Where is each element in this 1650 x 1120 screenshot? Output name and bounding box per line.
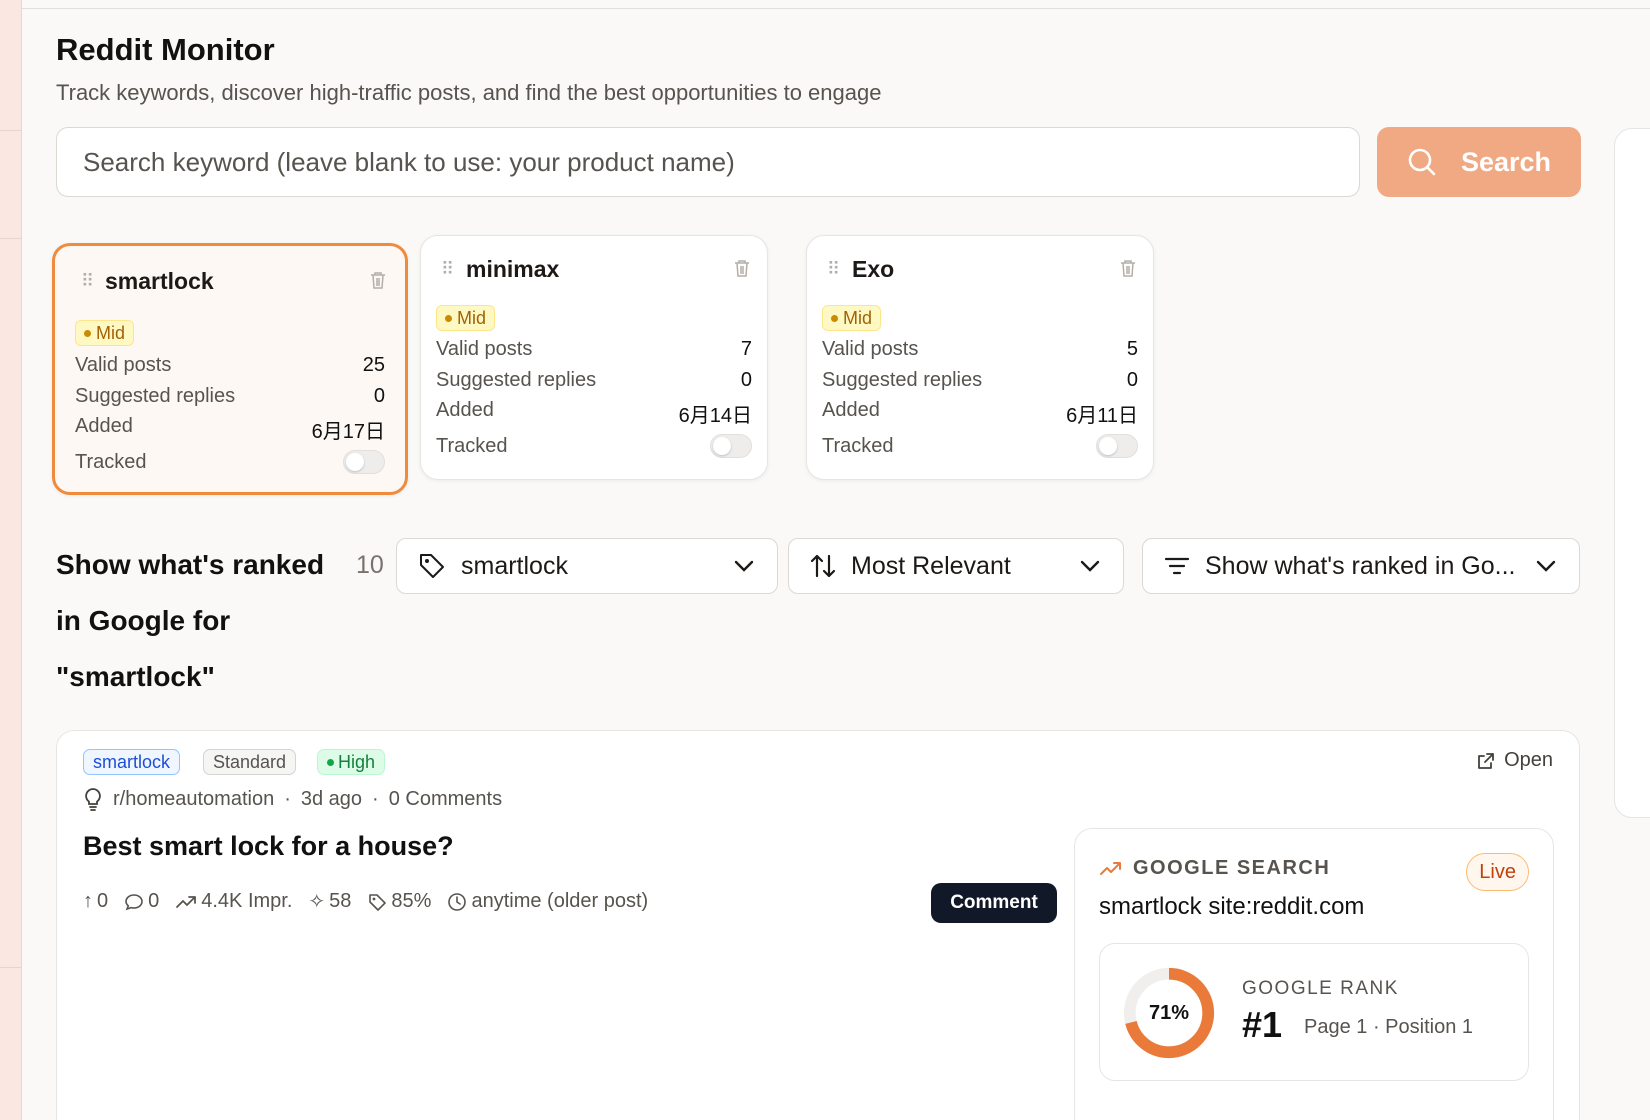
added-date-value: 6月11日 [1066,405,1138,427]
search-field [56,127,1360,197]
valid-posts-row: Valid posts 7 [436,338,752,360]
search-button[interactable]: Search [1377,127,1581,197]
tag-icon [417,551,447,581]
chevron-down-icon [1535,559,1557,573]
drag-handle-icon[interactable]: ⠿ [441,260,454,278]
valid-posts-value: 7 [740,338,752,360]
view-filter-value: Show what's ranked in Go... [1205,551,1516,580]
filter-icon [1163,554,1191,578]
left-sidebar-edge [0,0,22,1120]
search-input[interactable] [57,128,1359,196]
google-rank-label: GOOGLE RANK [1242,978,1399,999]
traffic-level-badge: Mid [75,320,135,346]
subreddit[interactable]: r/homeautomation [113,788,274,811]
keyword-card-exo[interactable]: ⠿ Exo Mid Valid posts 5 Suggested replies… [806,235,1154,480]
tracked-row: Tracked [75,450,385,474]
search-icon [1408,148,1436,176]
view-filter-dropdown[interactable]: Show what's ranked in Go... [1142,538,1580,594]
external-link-icon [1478,752,1494,769]
trending-up-icon [1100,861,1121,875]
clock-icon [448,892,467,911]
post-age: 3d ago [300,787,363,810]
suggested-replies-value: 0 [740,369,752,391]
comment-button[interactable]: Comment [931,883,1057,923]
tracked-toggle[interactable] [343,450,385,474]
suggested-replies-row: Suggested replies 0 [436,369,752,391]
post-stats: ↑ 0 0 4.4K Impr. ✧ 58 85% anytime (older p… [83,890,649,913]
trending-icon [176,895,197,908]
traffic-level-badge: Mid [822,305,882,331]
tracked-row: Tracked [436,434,752,458]
chevron-down-icon [1079,559,1101,573]
valid-posts-row: Valid posts 25 [75,354,385,376]
page-subtitle: Track keywords, discover high-traffic po… [56,80,882,105]
sort-arrows-icon [809,552,837,580]
keyword-tag: smartlock [83,749,181,775]
drag-handle-icon[interactable]: ⠿ [81,272,94,290]
suggested-replies-value: 0 [373,385,385,407]
google-rank-position: Page 1 · Position 1 [1304,1016,1473,1038]
google-search-panel: GOOGLE SEARCH Live smartlock site:reddit… [1074,828,1554,1120]
google-rank-number: #1 [1242,1004,1283,1045]
keyword-name: Exo [852,256,895,282]
trash-icon[interactable] [1119,258,1137,283]
priority-tag: High [317,749,386,775]
results-title: Show what's ranked in Google for "smartl… [56,549,325,692]
sort-value: Most Relevant [851,551,1011,580]
main-content: Reddit Monitor Track keywords, discover … [52,0,1581,1120]
trash-icon[interactable] [369,270,387,295]
post-title[interactable]: Best smart lock for a house? [83,831,454,862]
keyword-filter-value: smartlock [461,551,568,580]
lightbulb-icon [85,788,101,811]
suggested-replies-row: Suggested replies 0 [822,369,1138,391]
page-title: Reddit Monitor [56,32,275,67]
sparkle-icon: ✧ [308,891,326,913]
upvote-icon: ↑ [83,890,93,912]
valid-posts-value: 25 [362,354,385,376]
added-date-row: Added 6月17日 [75,415,385,443]
comment-count: 0 Comments [388,787,503,810]
drag-handle-icon[interactable]: ⠿ [827,260,840,278]
added-date-value: 6月14日 [678,405,752,427]
keyword-filter-dropdown[interactable]: smartlock [396,538,778,594]
trash-icon[interactable] [733,258,751,283]
tag-icon [369,893,387,911]
google-query: smartlock site:reddit.com [1099,893,1365,920]
results-count: 10 [356,551,384,579]
tracked-row: Tracked [822,434,1138,458]
tracked-toggle[interactable] [1096,434,1138,458]
open-link[interactable]: Open [1476,749,1553,772]
tracked-toggle[interactable] [710,434,752,458]
post-meta: r/homeautomation · 3d ago · 0 Comments [83,787,502,811]
sort-dropdown[interactable]: Most Relevant [788,538,1124,594]
comment-icon [125,893,143,910]
traffic-level-badge: Mid [436,305,496,331]
added-date-row: Added 6月14日 [436,399,752,427]
type-tag: Standard [203,749,297,775]
live-badge: Live [1466,853,1529,891]
search-button-label: Search [1460,146,1552,177]
keyword-name: minimax [466,256,560,282]
keyword-card-minimax[interactable]: ⠿ minimax Mid Valid posts 7 Suggested rep… [420,235,768,480]
keyword-card-smartlock[interactable]: ⠿ smartlock Mid Valid posts 25 Suggested … [52,243,408,495]
right-side-panel [1614,128,1650,818]
rank-percent: 71% [1148,1001,1190,1024]
added-date-value: 6月17日 [311,421,385,443]
google-rank-box: 71% GOOGLE RANK #1 Page 1 · Position 1 [1099,943,1529,1081]
suggested-replies-value: 0 [1126,369,1138,391]
suggested-replies-row: Suggested replies 0 [75,385,385,407]
valid-posts-row: Valid posts 5 [822,338,1138,360]
google-search-label: GOOGLE SEARCH [1099,857,1330,880]
keyword-name: smartlock [105,268,214,294]
chevron-down-icon [733,559,755,573]
valid-posts-value: 5 [1126,338,1138,360]
added-date-row: Added 6月11日 [822,399,1138,427]
